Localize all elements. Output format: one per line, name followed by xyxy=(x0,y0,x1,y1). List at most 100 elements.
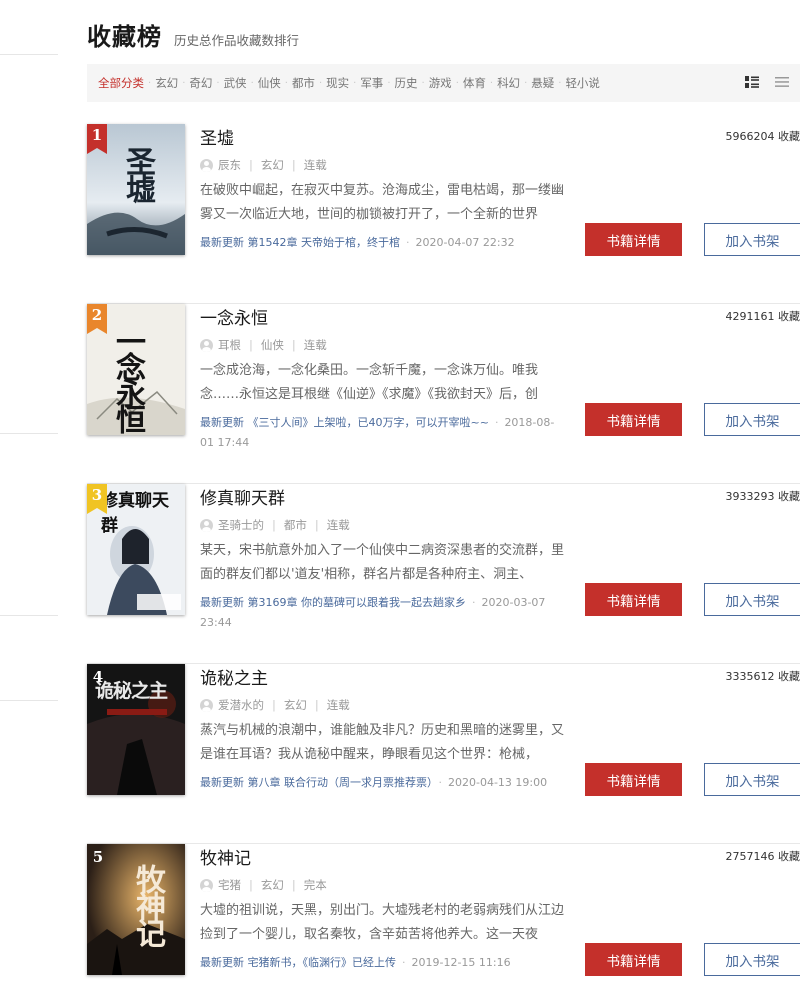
latest-chapter-link[interactable]: 第八章 联合行动（周一求月票推荐票） xyxy=(248,776,433,789)
latest-chapter-link[interactable]: 第3169章 你的墓碑可以跟着我一起去趟家乡 xyxy=(248,596,467,609)
filter-separator: · xyxy=(524,77,528,89)
book-detail-button[interactable]: 书籍详情 xyxy=(585,223,682,256)
rank-badge: 1 xyxy=(87,124,107,154)
book-status: 完本 xyxy=(303,878,327,892)
book-cover[interactable]: 圣墟 1 xyxy=(87,124,185,255)
book-author[interactable]: 宅猪 xyxy=(218,877,241,893)
list-compact-icon[interactable] xyxy=(774,75,790,89)
book-cover[interactable]: 牧神记 5 xyxy=(87,844,185,975)
latest-update: 最新更新 宅猪新书，《临渊行》已经上传 · 2019-12-15 11:16 xyxy=(200,953,565,973)
book-title[interactable]: 圣墟 xyxy=(200,124,680,154)
book-detail-button[interactable]: 书籍详情 xyxy=(585,943,682,976)
book-detail-button[interactable]: 书籍详情 xyxy=(585,763,682,796)
add-to-shelf-button[interactable]: 加入书架 xyxy=(704,223,800,256)
filter-category[interactable]: 历史 xyxy=(395,75,418,91)
filter-category[interactable]: 悬疑 xyxy=(531,75,554,91)
left-sidebar xyxy=(0,0,58,1004)
book-genre[interactable]: 玄幻 xyxy=(284,697,307,713)
filter-separator: · xyxy=(250,77,254,89)
book-meta: 爱潜水的 | 玄幻 | 连载 xyxy=(200,697,680,713)
collection-count: 3335612 收藏 xyxy=(725,670,800,683)
filter-category[interactable]: 军事 xyxy=(360,75,383,91)
filter-separator: · xyxy=(455,77,459,89)
book-author[interactable]: 圣骑士的 xyxy=(218,517,264,533)
sidebar-divider xyxy=(0,700,58,701)
book-genre[interactable]: 玄幻 xyxy=(261,157,284,173)
book-cover[interactable]: 一念永恒 2 xyxy=(87,304,185,435)
meta-separator: | xyxy=(249,878,253,892)
filter-separator: · xyxy=(182,77,186,89)
page-header: 收藏榜 历史总作品收藏数排行 xyxy=(87,18,299,52)
filter-category[interactable]: 现实 xyxy=(326,75,349,91)
latest-update: 最新更新 第1542章 天帝始于棺，终于棺 · 2020-04-07 22:32 xyxy=(200,233,565,253)
author-avatar-icon xyxy=(200,518,213,532)
book-detail-button[interactable]: 书籍详情 xyxy=(585,403,682,436)
add-to-shelf-button[interactable]: 加入书架 xyxy=(704,403,800,436)
author-avatar-icon xyxy=(200,878,213,892)
latest-chapter-link[interactable]: 第1542章 天帝始于棺，终于棺 xyxy=(248,236,401,249)
update-label: 最新更新 xyxy=(200,416,244,429)
book-cover[interactable]: 修真聊天群 3 xyxy=(87,484,185,615)
book-genre[interactable]: 仙侠 xyxy=(261,337,284,353)
filter-category[interactable]: 科幻 xyxy=(497,75,520,91)
book-intro: 大墟的祖训说，天黑，别出门。大墟残老村的老弱病残们从江边捡到了一个婴儿，取名秦牧… xyxy=(200,903,565,942)
filter-category[interactable]: 武侠 xyxy=(224,75,247,91)
cover-title-art: 圣墟 xyxy=(120,146,155,202)
book-author[interactable]: 辰东 xyxy=(218,157,241,173)
filter-category[interactable]: 都市 xyxy=(292,75,315,91)
book-meta: 圣骑士的 | 都市 | 连载 xyxy=(200,517,680,533)
meta-separator: | xyxy=(272,698,276,712)
update-separator: · xyxy=(438,776,443,789)
book-item: 诡秘之主 4 诡秘之主 爱潜水的 | 玄幻 | 连载 蒸汽与机械的浪潮中，谁能触及非凡？历史和黑… xyxy=(87,664,800,844)
meta-separator: | xyxy=(272,518,276,532)
book-intro: 蒸汽与机械的浪潮中，谁能触及非凡？历史和黑暗的迷雾里，又是谁在耳语？我从诡秘中醒… xyxy=(200,723,565,762)
category-filter-bar: 全部分类 · 玄幻 · 奇幻 · 武侠 · 仙侠 · 都市 · 现实 · 军事 · 历史 · 游戏 · 体育 · 科幻 · 悬疑… xyxy=(87,64,800,102)
filter-category[interactable]: 体育 xyxy=(463,75,486,91)
book-item: 一念永恒 2 一念永恒 耳根 | 仙侠 | 连载 一念成沧海，一念化桑田。一念斩千魔，一念诛万仙… xyxy=(87,304,800,484)
author-avatar-icon xyxy=(200,158,213,172)
view-mode-switch xyxy=(744,75,790,89)
latest-update: 最新更新 《三寸人间》上架啦，已40万字，可以开宰啦~~ · 2018-08-01 … xyxy=(200,413,565,453)
filter-separator: · xyxy=(216,77,220,89)
cover-title-art: 一念永恒 xyxy=(110,326,145,430)
add-to-shelf-button[interactable]: 加入书架 xyxy=(704,943,800,976)
filter-separator: · xyxy=(489,77,494,89)
update-label: 最新更新 xyxy=(200,236,244,249)
update-label: 最新更新 xyxy=(200,776,244,789)
latest-chapter-link[interactable]: 宅猪新书，《临渊行》已经上传 xyxy=(248,956,397,969)
book-title[interactable]: 牧神记 xyxy=(200,844,680,874)
book-title[interactable]: 一念永恒 xyxy=(200,304,680,334)
meta-separator: | xyxy=(291,158,296,172)
update-separator: · xyxy=(402,956,406,969)
book-author[interactable]: 爱潜水的 xyxy=(218,697,264,713)
filter-category[interactable]: 仙侠 xyxy=(258,75,281,91)
latest-chapter-link[interactable]: 《三寸人间》上架啦，已40万字，可以开宰啦~~ xyxy=(248,416,489,429)
sidebar-divider xyxy=(0,615,58,616)
filter-category[interactable]: 轻小说 xyxy=(565,75,600,91)
update-time: 2019-12-15 11:16 xyxy=(411,956,511,969)
author-avatar-icon xyxy=(200,338,213,352)
add-to-shelf-button[interactable]: 加入书架 xyxy=(704,763,800,796)
book-detail-button[interactable]: 书籍详情 xyxy=(585,583,682,616)
book-status: 连载 xyxy=(303,158,327,172)
filter-all[interactable]: 全部分类 xyxy=(98,75,144,91)
book-title[interactable]: 修真聊天群 xyxy=(200,484,680,514)
filter-separator: · xyxy=(558,77,562,89)
author-avatar-icon xyxy=(200,698,213,712)
book-meta: 辰东 | 玄幻 | 连载 xyxy=(200,157,680,173)
book-author[interactable]: 耳根 xyxy=(218,337,241,353)
filter-category[interactable]: 游戏 xyxy=(429,75,452,91)
book-cover[interactable]: 诡秘之主 4 xyxy=(87,664,185,795)
filter-category[interactable]: 玄幻 xyxy=(155,75,178,91)
book-title[interactable]: 诡秘之主 xyxy=(200,664,680,694)
filter-category[interactable]: 奇幻 xyxy=(189,75,212,91)
meta-separator: | xyxy=(314,698,319,712)
book-genre[interactable]: 都市 xyxy=(284,517,307,533)
collection-count: 2757146 收藏 xyxy=(725,850,800,863)
cover-title-art: 修真聊天群 xyxy=(101,491,169,536)
book-genre[interactable]: 玄幻 xyxy=(261,877,284,893)
add-to-shelf-button[interactable]: 加入书架 xyxy=(704,583,800,616)
collection-count: 4291161 收藏 xyxy=(725,310,800,323)
list-detail-icon[interactable] xyxy=(744,75,760,89)
rank-badge: 2 xyxy=(87,304,107,334)
